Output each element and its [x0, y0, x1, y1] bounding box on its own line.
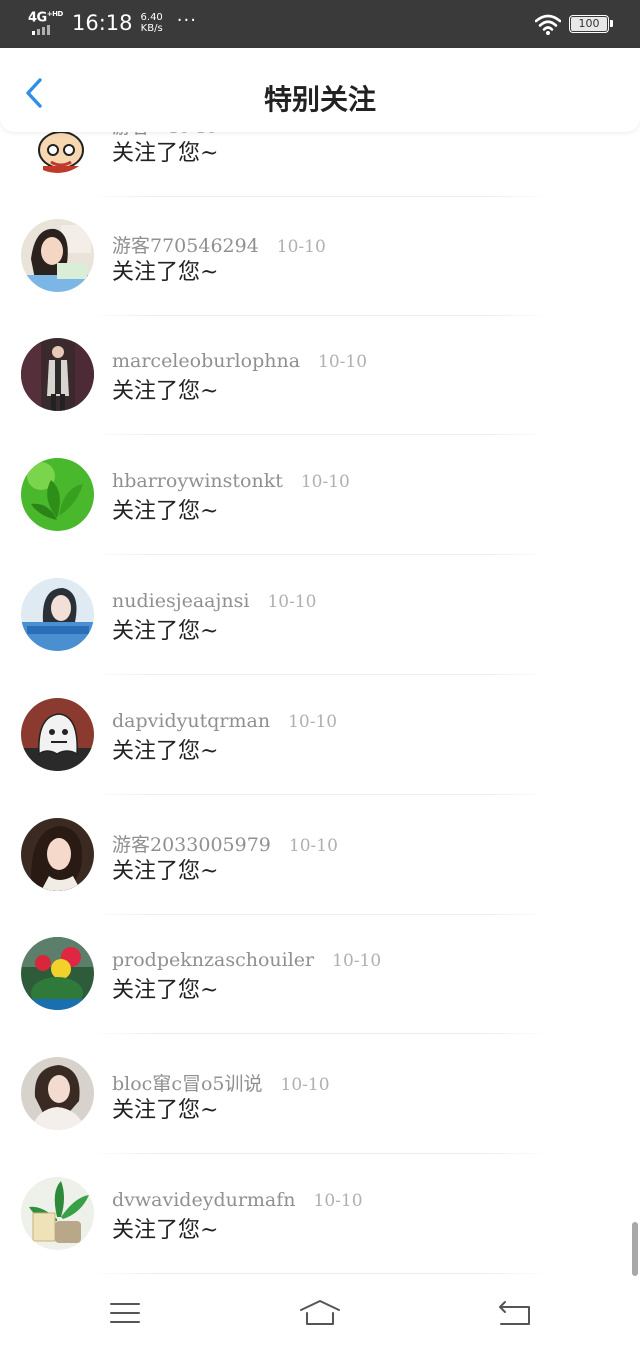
- avatar[interactable]: [21, 1057, 94, 1130]
- speed-value: 6.40: [140, 12, 163, 23]
- list-item[interactable]: marceleoburlophna 10-10 关注了您~: [0, 316, 640, 435]
- divider: [90, 1153, 550, 1154]
- woman-portrait-avatar-icon: [21, 818, 94, 891]
- avatar[interactable]: [21, 937, 94, 1010]
- date: 10-10: [276, 237, 326, 257]
- system-nav-bar: [0, 1276, 640, 1351]
- avatar[interactable]: [21, 1177, 94, 1250]
- follow-list: 游客 10-10 关注了您~ 游客770546294 10-10 关注了您~: [0, 100, 640, 1280]
- list-item[interactable]: 游客770546294 10-10 关注了您~: [0, 197, 640, 316]
- list-item[interactable]: dvwavideydurmafn 10-10 关注了您~: [0, 1155, 640, 1274]
- status-left: 4G+HD 16:18 6.40 KB/s ···: [28, 10, 197, 36]
- avatar[interactable]: [21, 219, 94, 292]
- username: prodpeknzaschouiler: [112, 949, 315, 971]
- avatar[interactable]: [21, 458, 94, 531]
- avatar[interactable]: [21, 818, 94, 891]
- username: hbarroywinstonkt: [112, 470, 283, 492]
- divider: [90, 434, 550, 435]
- return-icon[interactable]: [495, 1296, 535, 1330]
- woman-white-avatar-icon: [21, 1057, 94, 1130]
- action-text: 关注了您~: [112, 739, 219, 764]
- man-coat-avatar-icon: [21, 338, 94, 411]
- divider: [90, 794, 550, 795]
- date: 10-10: [300, 472, 350, 492]
- more-notifications-icon: ···: [176, 9, 197, 31]
- date: 10-10: [318, 352, 368, 372]
- date: 10-10: [280, 1075, 330, 1095]
- date: 10-10: [288, 712, 338, 732]
- battery-level: 100: [578, 17, 600, 30]
- girl-avatar-icon: [21, 219, 94, 292]
- ghost-avatar-icon: [21, 698, 94, 771]
- avatar[interactable]: [21, 338, 94, 411]
- date: 10-10: [313, 1191, 363, 1211]
- scrollbar[interactable]: [632, 1222, 638, 1276]
- battery-icon: 100: [569, 15, 613, 33]
- list-item[interactable]: 游客2033005979 10-10 关注了您~: [0, 796, 640, 915]
- date: 10-10: [288, 836, 338, 856]
- network-speed: 6.40 KB/s: [141, 12, 163, 34]
- avatar[interactable]: [21, 698, 94, 771]
- action-text: 关注了您~: [112, 260, 219, 285]
- clock: 16:18: [72, 11, 133, 35]
- header: 特别关注: [0, 48, 640, 132]
- divider: [90, 554, 550, 555]
- date: 10-10: [267, 592, 317, 612]
- date: 10-10: [332, 951, 382, 971]
- list-item[interactable]: nudiesjeaajnsi 10-10 关注了您~: [0, 556, 640, 675]
- home-icon[interactable]: [298, 1296, 342, 1330]
- action-text: 关注了您~: [112, 141, 219, 166]
- list-item[interactable]: bloc窜c冒o5训说 10-10 关注了您~: [0, 1035, 640, 1154]
- speed-unit: KB/s: [140, 23, 163, 34]
- divider: [90, 1273, 550, 1274]
- username: nudiesjeaajnsi: [112, 590, 250, 612]
- username: marceleoburlophna: [112, 350, 301, 372]
- action-text: 关注了您~: [112, 379, 219, 404]
- green-leaves-avatar-icon: [21, 458, 94, 531]
- cactus-flower-avatar-icon: [21, 937, 94, 1010]
- action-text: 关注了您~: [112, 978, 219, 1003]
- girl-blue-avatar-icon: [21, 578, 94, 651]
- username: dvwavideydurmafn: [112, 1189, 296, 1211]
- wifi-icon: [535, 14, 561, 35]
- action-text: 关注了您~: [112, 1098, 219, 1123]
- network-sup: +HD: [46, 10, 64, 18]
- action-text: 关注了您~: [112, 859, 219, 884]
- action-text: 关注了您~: [112, 1218, 219, 1243]
- username: dapvidyutqrman: [112, 710, 271, 732]
- menu-icon[interactable]: [105, 1296, 145, 1330]
- divider: [90, 674, 550, 675]
- avatar[interactable]: [21, 578, 94, 651]
- network-type: 4G: [28, 10, 47, 26]
- list-item[interactable]: dapvidyutqrman 10-10 关注了您~: [0, 676, 640, 795]
- signal-icon: [32, 25, 50, 35]
- page-title: 特别关注: [263, 83, 376, 116]
- network-indicator: 4G+HD: [28, 10, 66, 36]
- status-bar: 4G+HD 16:18 6.40 KB/s ··· 100: [0, 0, 640, 48]
- action-text: 关注了您~: [112, 619, 219, 644]
- action-text: 关注了您~: [112, 499, 219, 524]
- list-item[interactable]: hbarroywinstonkt 10-10 关注了您~: [0, 436, 640, 555]
- plant-pot-avatar-icon: [21, 1177, 94, 1250]
- list-item[interactable]: prodpeknzaschouiler 10-10 关注了您~: [0, 915, 640, 1034]
- divider: [90, 1033, 550, 1034]
